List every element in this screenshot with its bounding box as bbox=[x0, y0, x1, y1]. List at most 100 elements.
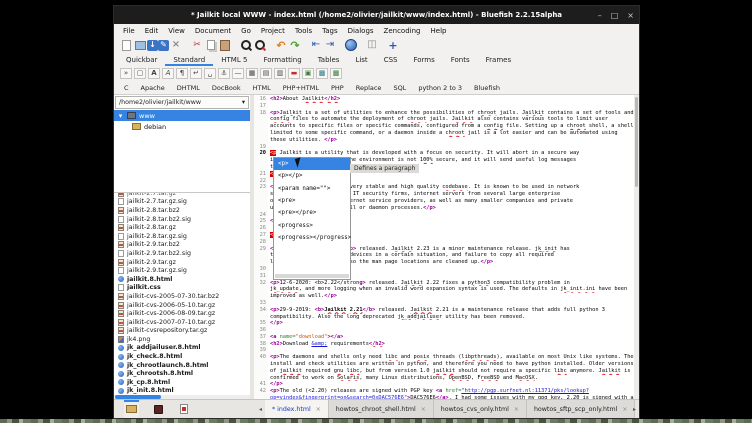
langbar-html[interactable]: HTML bbox=[247, 84, 277, 92]
file-item-jk-addjailuser-8-html[interactable]: jk_addjailuser.8.html bbox=[114, 344, 250, 353]
file-item-jailkit-cvs-2006-08-09-tar-gz[interactable]: jailkit-cvs-2006-08-09.tar.gz bbox=[114, 309, 250, 318]
save-as-button[interactable]: ✎ bbox=[158, 40, 169, 51]
file-item-jk-check-8-html[interactable]: jk_check.8.html bbox=[114, 352, 250, 361]
paste-button[interactable] bbox=[218, 39, 232, 52]
langbar-php-html[interactable]: PHP+HTML bbox=[277, 84, 325, 92]
preview-in-browser-button[interactable] bbox=[344, 39, 358, 52]
script-icon[interactable]: ▣ bbox=[302, 68, 314, 79]
bold-icon[interactable]: A bbox=[148, 68, 160, 79]
document-tab-howtos-sftp-scp-only-html[interactable]: howtos_sftp_scp_only.html× bbox=[527, 400, 635, 418]
file-item-jailkit-2-8-tar-bz2[interactable]: jailkit-2.8.tar.bz2 bbox=[114, 206, 250, 215]
table-cell-icon[interactable]: ▥ bbox=[274, 68, 286, 79]
menu-view[interactable]: View bbox=[163, 27, 190, 35]
menu-zencoding[interactable]: Zencoding bbox=[379, 27, 426, 35]
file-item-jk-cp-8-html[interactable]: jk_cp.8.html bbox=[114, 378, 250, 387]
file-item-jailkit-2-8-tar-bz2-sig[interactable]: jailkit-2.8.tar.bz2.sig bbox=[114, 215, 250, 224]
titlebar[interactable]: * Jailkit local WWW - index.html (/home2… bbox=[114, 6, 639, 24]
quickbar-tab-frames[interactable]: Frames bbox=[478, 55, 519, 66]
autocomplete-item[interactable]: <progress> bbox=[274, 219, 350, 231]
autocomplete-item[interactable]: <param name=""> bbox=[274, 183, 350, 195]
close-tab-icon[interactable]: × bbox=[514, 406, 519, 413]
file-list-horizontal-scrollbar[interactable] bbox=[114, 395, 250, 399]
cut-button[interactable]: ✂ bbox=[190, 39, 204, 52]
langbar-bluefish[interactable]: Bluefish bbox=[468, 84, 506, 92]
file-item-jailkit-2-9-tar-bz2[interactable]: jailkit-2.9.tar.bz2 bbox=[114, 241, 250, 250]
langbar-python-2-to-3[interactable]: python 2 to 3 bbox=[412, 84, 468, 92]
directory-combo[interactable]: /home2/olivier/jailkit/www ▾ bbox=[115, 96, 249, 109]
menu-file[interactable]: File bbox=[118, 27, 140, 35]
quickbar-tab-css[interactable]: CSS bbox=[376, 55, 406, 66]
document-tab-howtos-chroot-shell-html[interactable]: howtos_chroot_shell.html× bbox=[329, 400, 434, 418]
anchor-icon[interactable]: ⚓ bbox=[218, 68, 230, 79]
quickbar-tab-formatting[interactable]: Formatting bbox=[255, 55, 309, 66]
quickbar-tab-fonts[interactable]: Fonts bbox=[443, 55, 478, 66]
snippets-tab[interactable] bbox=[178, 400, 190, 418]
file-item-jailkit-8-html[interactable]: jailkit.8.html bbox=[114, 275, 250, 284]
copy-button[interactable] bbox=[204, 39, 218, 52]
close-tab-icon[interactable]: × bbox=[421, 406, 426, 413]
code-editor[interactable]: 16<h2>About Jailkit</h2>1718<p>Jailkit i… bbox=[254, 95, 639, 399]
quickbar-tab-standard[interactable]: Standard bbox=[165, 55, 213, 66]
table-icon[interactable]: ▦ bbox=[246, 68, 258, 79]
file-item-jailkit-2-9-tar-bz2-sig[interactable]: jailkit-2.9.tar.bz2.sig bbox=[114, 249, 250, 258]
document-tab-index-html[interactable]: * index.html× bbox=[265, 400, 329, 418]
langbar-php[interactable]: PHP bbox=[325, 84, 350, 92]
file-item-jailkit-css[interactable]: jailkit.css bbox=[114, 284, 250, 293]
nbsp-icon[interactable]: ␣ bbox=[204, 68, 216, 79]
file-item-jk-init-8-html[interactable]: jk_init.8.html bbox=[114, 387, 250, 395]
charmap-tab[interactable] bbox=[203, 400, 207, 418]
langbar-replace[interactable]: Replace bbox=[350, 84, 388, 92]
tab-scroll-left-icon[interactable]: ◂ bbox=[256, 400, 265, 418]
maximize-button[interactable]: □ bbox=[611, 11, 619, 20]
find-button[interactable] bbox=[239, 39, 253, 52]
php-block-icon[interactable]: ▩ bbox=[330, 68, 342, 79]
file-item-jailkit-cvs-2006-05-10-tar-gz[interactable]: jailkit-cvs-2006-05-10.tar.gz bbox=[114, 301, 250, 310]
quickbar-tab-list[interactable]: List bbox=[347, 55, 375, 66]
indent-button[interactable]: ⇥ bbox=[323, 39, 337, 52]
file-item-jailkit-2-9-tar-gz[interactable]: jailkit-2.9.tar.gz bbox=[114, 258, 250, 267]
menu-edit[interactable]: Edit bbox=[140, 27, 164, 35]
menu-project[interactable]: Project bbox=[256, 27, 290, 35]
popup-scrollbar[interactable] bbox=[275, 274, 349, 278]
tab-scroll-right-icon[interactable]: ▸ bbox=[630, 400, 639, 418]
quickstart-icon[interactable]: » bbox=[120, 68, 132, 79]
autocomplete-item[interactable]: <pre> bbox=[274, 195, 350, 207]
autocomplete-popup[interactable]: <p><p></p><param name=""><pre><pre></pre… bbox=[273, 157, 351, 280]
langbar-docbook[interactable]: DocBook bbox=[206, 84, 247, 92]
tree-item-www[interactable]: ▾ www bbox=[114, 110, 250, 121]
file-item-jailkit-cvsrepository-tar-gz[interactable]: jailkit-cvsrepository.tar.gz bbox=[114, 327, 250, 336]
quickbar-tab-html-5[interactable]: HTML 5 bbox=[213, 55, 255, 66]
close-document-button[interactable]: × bbox=[169, 39, 183, 52]
file-item-jailkit-2-8-tar-gz-sig[interactable]: jailkit-2.8.tar.gz.sig bbox=[114, 232, 250, 241]
italic-icon[interactable]: A bbox=[162, 68, 174, 79]
quickbar-tab-tables[interactable]: Tables bbox=[310, 55, 348, 66]
find-and-replace-button[interactable] bbox=[253, 39, 267, 52]
menu-help[interactable]: Help bbox=[426, 27, 452, 35]
break-icon[interactable]: ↵ bbox=[190, 68, 202, 79]
file-item-jailkit-cvs-2007-07-10-tar-gz[interactable]: jailkit-cvs-2007-07-10.tar.gz bbox=[114, 318, 250, 327]
close-button[interactable]: × bbox=[627, 11, 634, 20]
file-item-jk-chrootsh-8-html[interactable]: jk_chrootsh.8.html bbox=[114, 369, 250, 378]
close-tab-icon[interactable]: × bbox=[316, 406, 321, 413]
comment-icon[interactable]: ▬ bbox=[288, 68, 300, 79]
minimize-button[interactable]: – bbox=[598, 11, 602, 20]
bookmarks-tab[interactable] bbox=[152, 400, 165, 418]
autocomplete-item[interactable]: <progress></progress> bbox=[274, 232, 350, 244]
file-item-jk4-png[interactable]: jk4.png bbox=[114, 335, 250, 344]
langbar-c[interactable]: C bbox=[118, 84, 135, 92]
langbar-dhtml[interactable]: DHTML bbox=[171, 84, 206, 92]
menu-tools[interactable]: Tools bbox=[290, 27, 317, 35]
redo-button[interactable]: ↷ bbox=[288, 39, 302, 52]
langbar-apache[interactable]: Apache bbox=[135, 84, 171, 92]
rule-icon[interactable]: — bbox=[232, 68, 244, 79]
autocomplete-item[interactable]: <p> bbox=[274, 158, 350, 170]
menu-dialogs[interactable]: Dialogs bbox=[343, 27, 379, 35]
split-view-button[interactable]: ◫ bbox=[365, 39, 379, 52]
file-item-jailkit-2-8-tar-gz[interactable]: jailkit-2.8.tar.gz bbox=[114, 223, 250, 232]
scrollbar-thumb[interactable] bbox=[115, 395, 161, 399]
file-item-jailkit-2-7-tar-gz-sig[interactable]: jailkit-2.7.tar.gz.sig bbox=[114, 198, 250, 207]
tree-item-debian[interactable]: debian bbox=[114, 121, 250, 132]
quickbar-tab-forms[interactable]: Forms bbox=[405, 55, 442, 66]
scrollbar-thumb[interactable] bbox=[635, 97, 638, 187]
menu-go[interactable]: Go bbox=[236, 27, 256, 35]
